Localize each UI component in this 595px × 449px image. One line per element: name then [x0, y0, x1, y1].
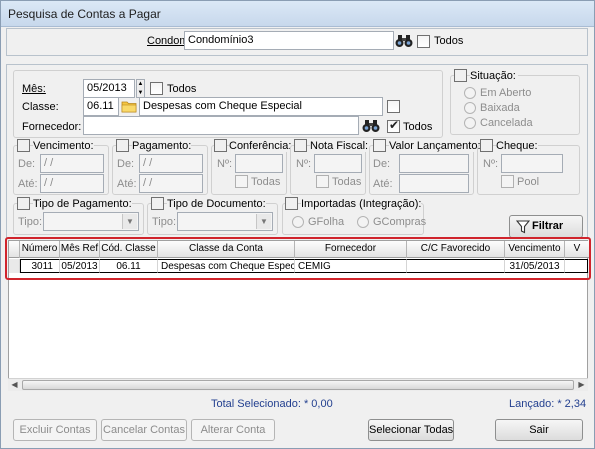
pagamento-ate-field[interactable]: / / [139, 174, 203, 193]
main-window: Pesquisa de Contas a Pagar Condomínio: C… [0, 0, 595, 449]
tipo-documento-tipo-label: Tipo: [152, 216, 177, 228]
condominio-field[interactable]: Condomínio3 [184, 31, 394, 50]
window-title: Pesquisa de Contas a Pagar [8, 7, 161, 21]
vencimento-de-label: De: [18, 158, 36, 170]
importadas-gcompras-label: GCompras [373, 216, 427, 228]
mes-todos-label: Todos [167, 83, 197, 95]
conferencia-num-label: Nº: [217, 158, 233, 170]
vencimento-ate-label: Até: [18, 178, 38, 190]
filtrar-button[interactable]: Filtrar [509, 215, 583, 238]
valor-lancamento-de-field[interactable] [399, 154, 469, 173]
valor-lancamento-ate-field[interactable] [399, 174, 469, 193]
cheque-checkbox[interactable] [480, 139, 493, 152]
lancado-total: Lançado: * 2,34 [509, 398, 587, 410]
tipo-documento-label: Tipo de Documento: [167, 198, 266, 210]
vencimento-ate-field[interactable]: / / [40, 174, 104, 193]
vencimento-checkbox[interactable] [17, 139, 30, 152]
tipo-pagamento-checkbox[interactable] [17, 197, 30, 210]
alterar-conta-button[interactable]: Alterar Conta [191, 419, 275, 441]
nota-fiscal-todas-checkbox[interactable] [316, 175, 329, 188]
situacao-baixada-radio[interactable] [464, 102, 476, 114]
fornecedor-todos-checkbox[interactable] [387, 118, 400, 133]
nota-fiscal-label: Nota Fiscal: [310, 140, 369, 152]
cheque-pool-label: Pool [517, 176, 540, 188]
condominio-panel: Condomínio: Condomínio3 Todos [6, 28, 588, 56]
valor-lancamento-label: Valor Lançamento: [389, 140, 481, 152]
importadas-label: Importadas (Integração): [301, 198, 422, 210]
pagamento-de-label: De: [117, 158, 135, 170]
conferencia-num-field[interactable] [235, 154, 283, 173]
tipo-pagamento-select[interactable]: ▼ [43, 212, 139, 231]
selecionar-todas-button[interactable]: Selecionar Todas [368, 419, 454, 441]
highlight-annotation [5, 237, 591, 280]
classe-todas-checkbox[interactable] [387, 100, 400, 113]
mes-todos-checkbox[interactable] [150, 82, 163, 95]
tipo-pagamento-label: Tipo de Pagamento: [33, 198, 132, 210]
grid-horizontal-scrollbar[interactable]: ◀ ▶ [8, 378, 588, 391]
importadas-gfolha-radio[interactable] [292, 216, 304, 228]
situacao-em-aberto-label: Em Aberto [480, 87, 532, 99]
binoculars-icon[interactable] [395, 34, 413, 48]
fornecedor-label: Fornecedor: [22, 121, 82, 133]
classe-code-field[interactable]: 06.11 [83, 97, 119, 116]
valor-lancamento-checkbox[interactable] [373, 139, 386, 152]
scroll-left-icon[interactable]: ◀ [8, 379, 21, 391]
valor-lancamento-de-label: De: [373, 158, 391, 170]
pagamento-ate-label: Até: [117, 178, 137, 190]
importadas-checkbox[interactable] [285, 197, 298, 210]
situacao-label: Situação: [470, 70, 518, 82]
cheque-pool-checkbox[interactable] [501, 175, 514, 188]
importadas-gcompras-radio[interactable] [357, 216, 369, 228]
pagamento-de-field[interactable]: / / [139, 154, 203, 173]
mes-spinner[interactable]: ▲ ▼ [136, 79, 145, 98]
folder-icon[interactable] [121, 100, 137, 113]
conferencia-checkbox[interactable] [214, 139, 227, 152]
filter-icon [516, 220, 530, 234]
situacao-cancelada-radio[interactable] [464, 117, 476, 129]
cheque-num-field[interactable] [501, 154, 563, 173]
vencimento-de-field[interactable]: / / [40, 154, 104, 173]
mes-field[interactable]: 05/2013 [83, 79, 135, 98]
scroll-right-icon[interactable]: ▶ [575, 379, 588, 391]
classe-label: Classe: [22, 101, 59, 113]
cancelar-contas-button[interactable]: Cancelar Contas [101, 419, 187, 441]
scrollbar-thumb[interactable] [22, 380, 574, 390]
pagamento-label: Pagamento: [132, 140, 192, 152]
title-bar: Pesquisa de Contas a Pagar [1, 1, 594, 27]
cheque-label: Cheque: [496, 140, 538, 152]
conferencia-todas-label: Todas [251, 176, 281, 188]
chevron-down-icon: ▼ [122, 214, 137, 229]
binoculars-icon[interactable] [362, 119, 380, 133]
importadas-gfolha-label: GFolha [308, 216, 345, 228]
situacao-cancelada-label: Cancelada [480, 117, 533, 129]
total-selecionado: Total Selecionado: * 0,00 [211, 398, 333, 410]
tipo-documento-select[interactable]: ▼ [177, 212, 273, 231]
condominio-todos-checkbox[interactable] [417, 35, 430, 48]
conferencia-todas-checkbox[interactable] [235, 175, 248, 188]
condominio-todos-label: Todos [434, 35, 464, 47]
classe-description-field[interactable]: Despesas com Cheque Especial [139, 97, 383, 116]
nota-fiscal-todas-label: Todas [332, 176, 362, 188]
mes-label: Mês: [22, 83, 46, 95]
nota-fiscal-num-field[interactable] [314, 154, 362, 173]
nota-fiscal-checkbox[interactable] [294, 139, 307, 152]
chevron-down-icon: ▼ [256, 214, 271, 229]
conferencia-label: Conferência: [229, 140, 292, 152]
filters-panel: Mês: 05/2013 ▲ ▼ Todos Classe: 06.11 Desp… [6, 64, 588, 239]
tipo-documento-checkbox[interactable] [151, 197, 164, 210]
cheque-num-label: Nº: [483, 158, 499, 170]
tipo-pagamento-tipo-label: Tipo: [18, 216, 43, 228]
pagamento-checkbox[interactable] [116, 139, 129, 152]
vencimento-label: Vencimento: [33, 140, 94, 152]
situacao-baixada-label: Baixada [480, 102, 520, 114]
fornecedor-field[interactable] [83, 116, 359, 135]
nota-fiscal-num-label: Nº: [296, 158, 312, 170]
sair-button[interactable]: Sair [495, 419, 583, 441]
situacao-em-aberto-radio[interactable] [464, 87, 476, 99]
excluir-contas-button[interactable]: Excluir Contas [13, 419, 97, 441]
valor-lancamento-ate-label: Até: [373, 178, 393, 190]
filtrar-label: Filtrar [532, 220, 564, 232]
situacao-checkbox[interactable] [454, 69, 467, 82]
fornecedor-todos-label: Todos [403, 121, 433, 133]
